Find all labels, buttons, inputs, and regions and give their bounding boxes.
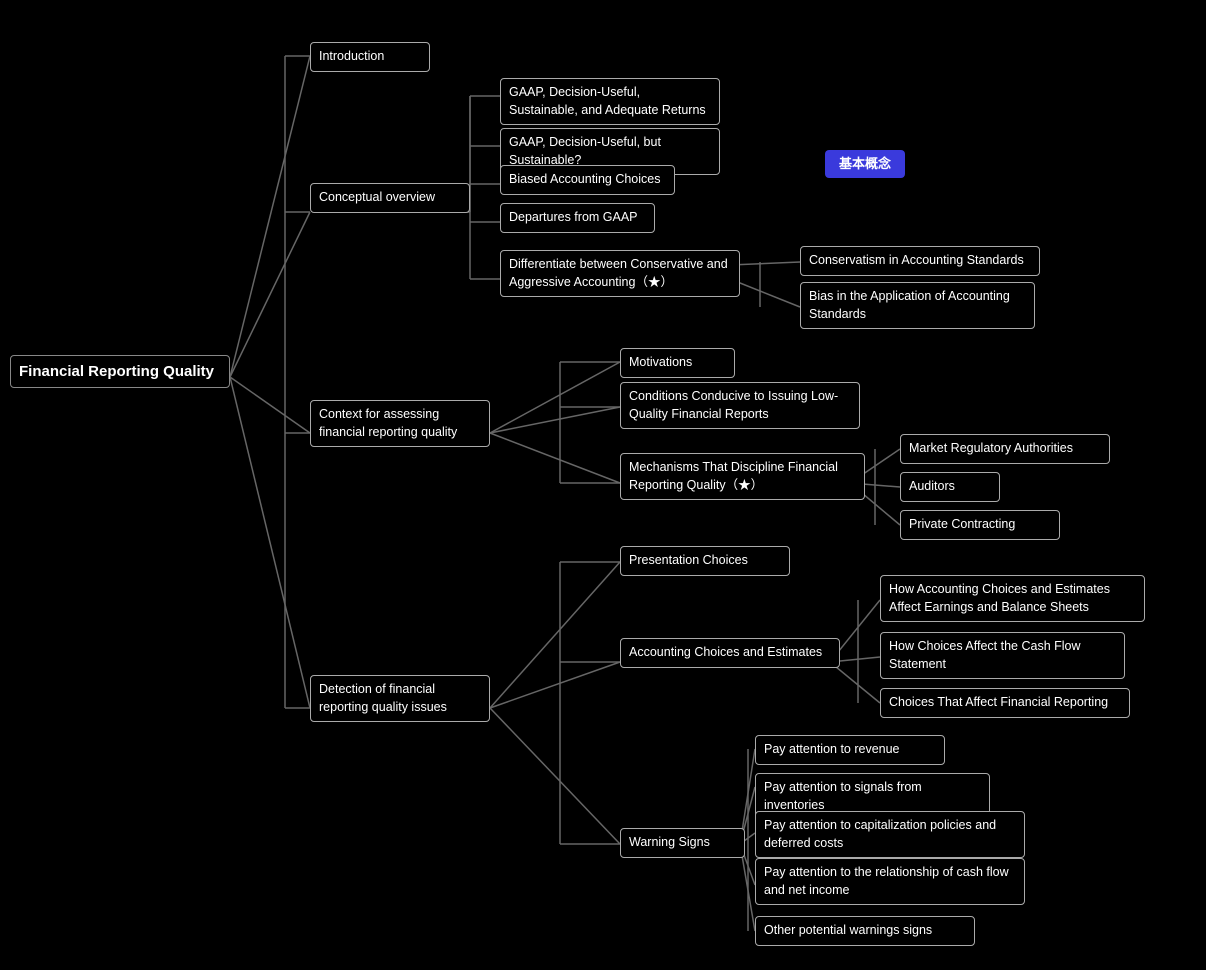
- mechanisms-node: Mechanisms That Discipline Financial Rep…: [620, 453, 865, 500]
- root-node: Financial Reporting Quality: [10, 355, 230, 388]
- detection-node: Detection of financial reporting quality…: [310, 675, 490, 722]
- presentation-node: Presentation Choices: [620, 546, 790, 576]
- biased-node: Biased Accounting Choices: [500, 165, 675, 195]
- bias-app-node: Bias in the Application of Accounting St…: [800, 282, 1035, 329]
- conservatism-node: Conservatism in Accounting Standards: [800, 246, 1040, 276]
- context-node: Context for assessing financial reportin…: [310, 400, 490, 447]
- introduction-node: Introduction: [310, 42, 430, 72]
- mind-map: Financial Reporting Quality Introduction…: [0, 0, 1206, 970]
- private-node: Private Contracting: [900, 510, 1060, 540]
- capitalization-node: Pay attention to capitalization policies…: [755, 811, 1025, 858]
- conceptual-overview-node: Conceptual overview: [310, 183, 470, 213]
- warning-signs-node: Warning Signs: [620, 828, 745, 858]
- differentiate-node: Differentiate between Conservative and A…: [500, 250, 740, 297]
- motivations-node: Motivations: [620, 348, 735, 378]
- auditors-node: Auditors: [900, 472, 1000, 502]
- cashflow-income-node: Pay attention to the relationship of cas…: [755, 858, 1025, 905]
- gaap1-node: GAAP, Decision-Useful, Sustainable, and …: [500, 78, 720, 125]
- market-reg-node: Market Regulatory Authorities: [900, 434, 1110, 464]
- how-choices-cf-node: How Choices Affect the Cash Flow Stateme…: [880, 632, 1125, 679]
- how-accounting-node: How Accounting Choices and Estimates Aff…: [880, 575, 1145, 622]
- revenue-node: Pay attention to revenue: [755, 735, 945, 765]
- departures-node: Departures from GAAP: [500, 203, 655, 233]
- conditions-node: Conditions Conducive to Issuing Low-Qual…: [620, 382, 860, 429]
- accounting-choices-node: Accounting Choices and Estimates: [620, 638, 840, 668]
- other-warnings-node: Other potential warnings signs: [755, 916, 975, 946]
- kiji-concept-badge: 基本概念: [825, 150, 905, 178]
- choices-affect-node: Choices That Affect Financial Reporting: [880, 688, 1130, 718]
